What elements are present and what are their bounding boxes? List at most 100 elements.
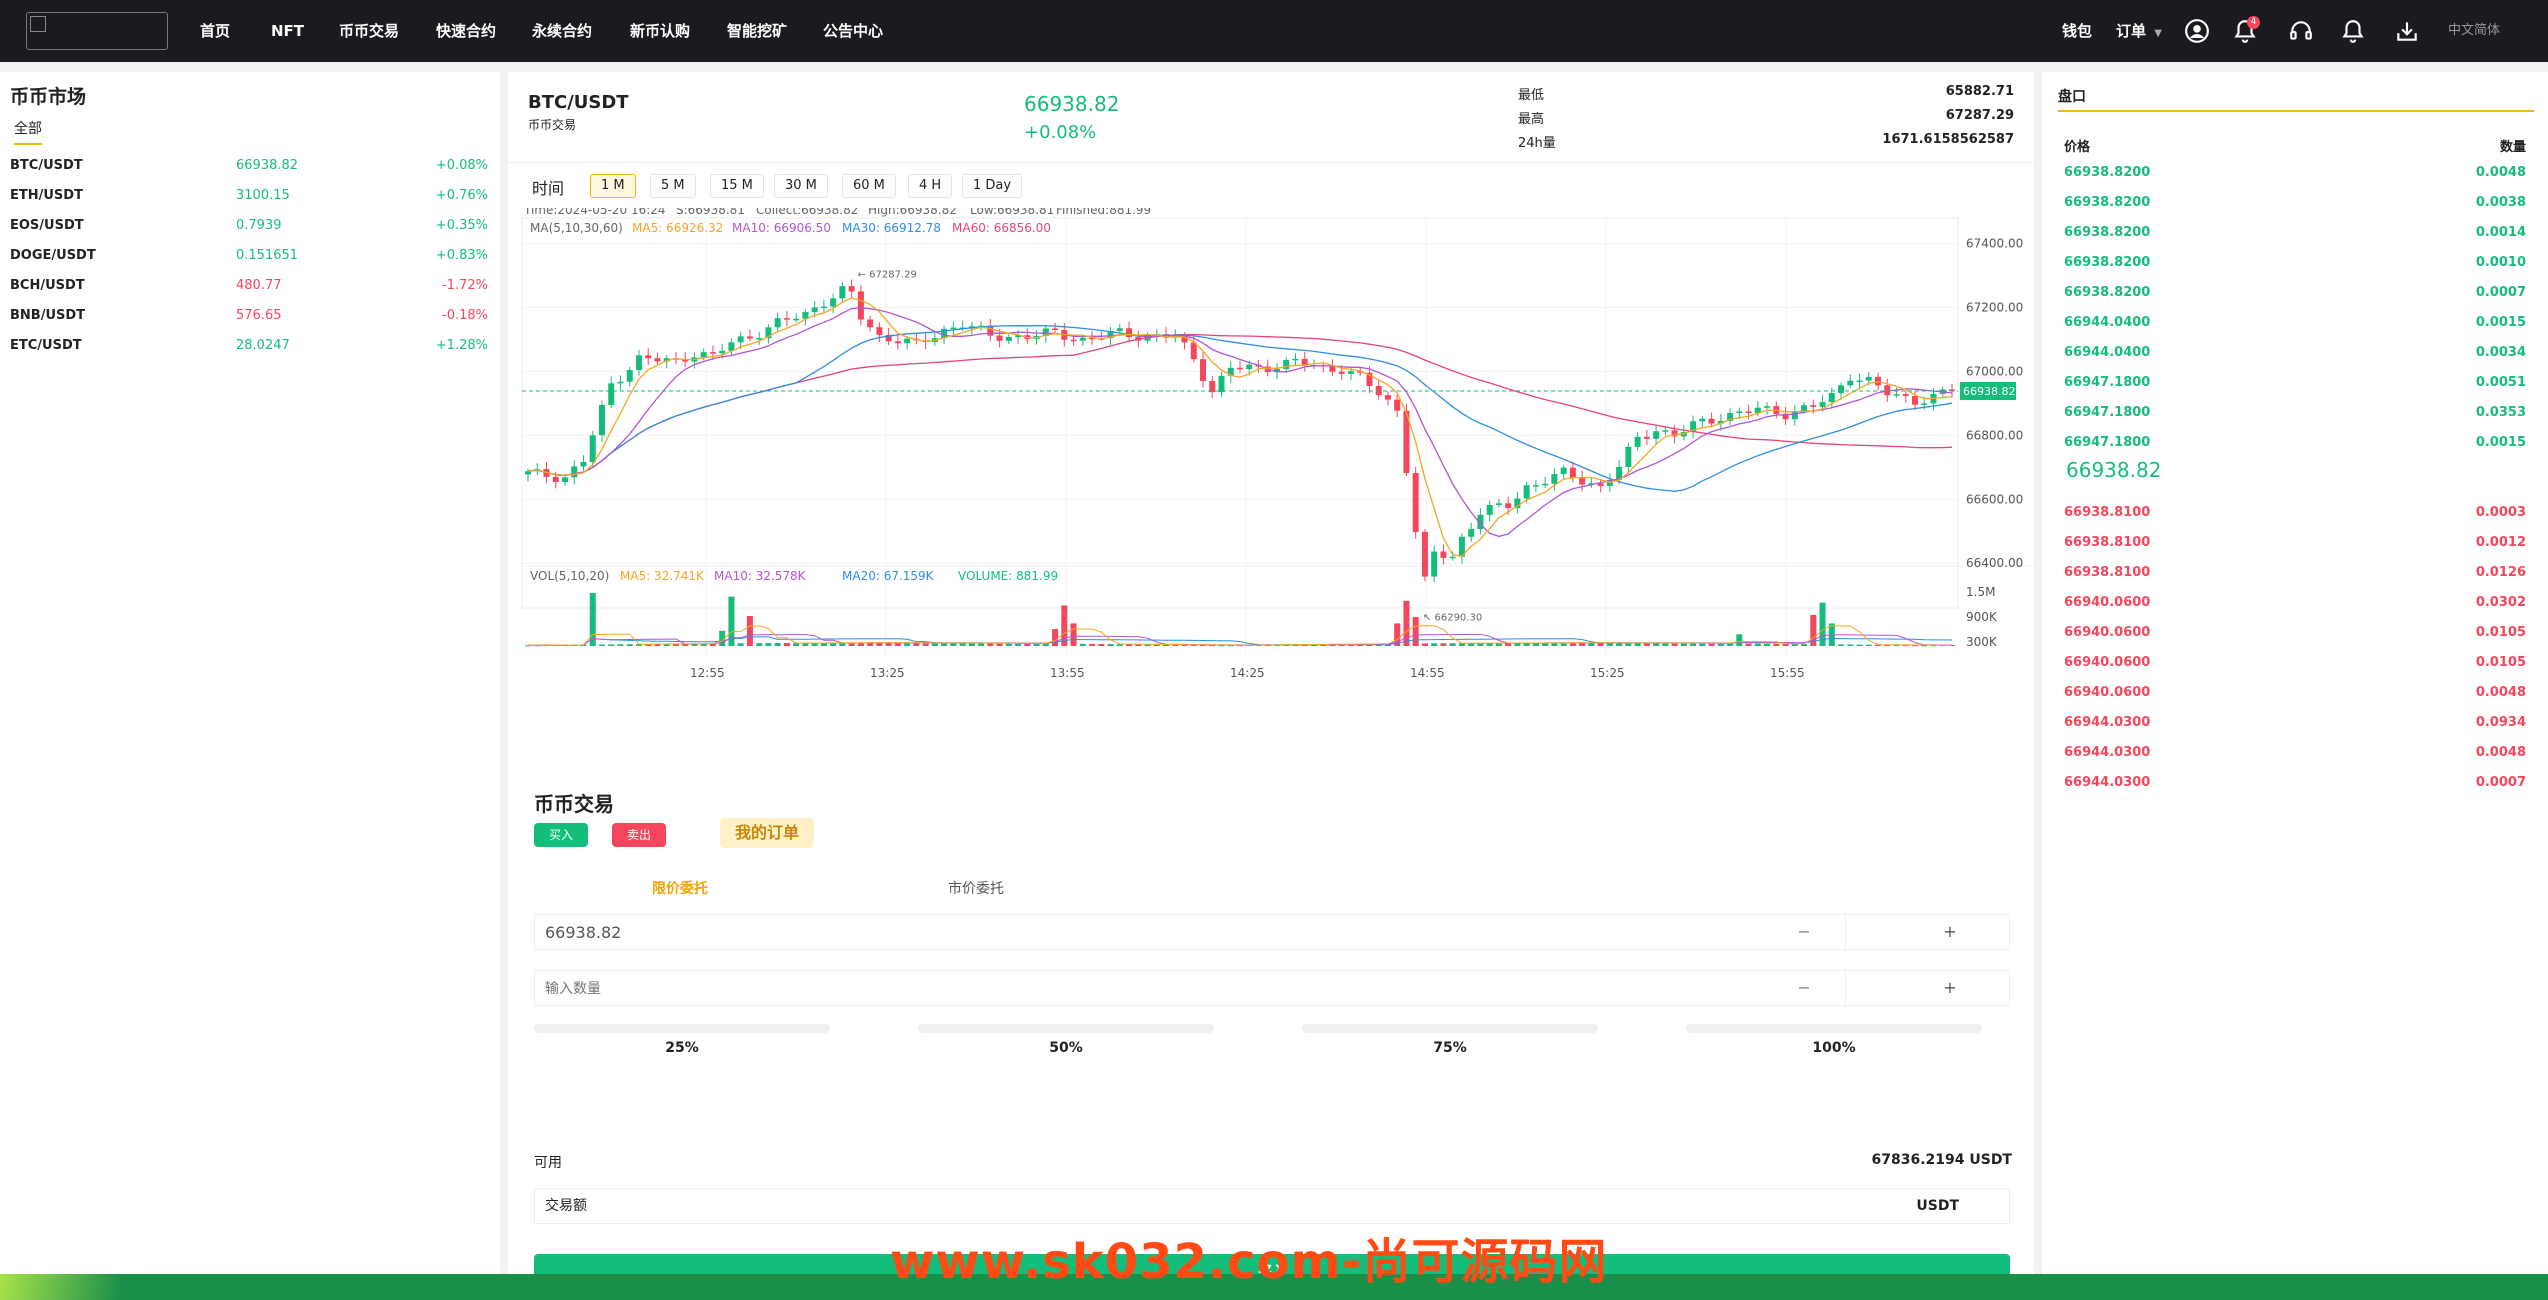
candle-body (857, 291, 864, 320)
ask-qty: 0.0048 (2475, 685, 2526, 700)
orderbook-bid-row[interactable]: 66947.1800 0.0353 (2042, 398, 2548, 428)
ohlc-info: High:66938.82 (868, 208, 957, 217)
orderbook-bid-row[interactable]: 66944.0400 0.0015 (2042, 308, 2548, 338)
tab-market-order[interactable]: 市价委托 (948, 878, 1004, 898)
candle-body (1662, 430, 1669, 432)
candle-body (1653, 431, 1660, 439)
interval-button[interactable]: 60 M (842, 174, 896, 198)
language-switch[interactable]: 中文简体 (2448, 0, 2500, 62)
volume-bar (1838, 644, 1845, 646)
volume-bar (1449, 643, 1456, 646)
market-row[interactable]: EOS/USDT 0.7939 +0.35% (0, 211, 500, 241)
orderbook-bid-row[interactable]: 66947.1800 0.0051 (2042, 368, 2548, 398)
market-row[interactable]: ETC/USDT 28.0247 +1.28% (0, 331, 500, 361)
tab-limit-order[interactable]: 限价委托 (652, 878, 708, 898)
market-row[interactable]: BTC/USDT 66938.82 +0.08% (0, 151, 500, 181)
orderbook-ask-row[interactable]: 66944.0300 0.0934 (2042, 708, 2548, 738)
download-icon[interactable] (2394, 18, 2420, 44)
nav-quick-contract[interactable]: 快速合约 (436, 0, 496, 62)
ask-price: 66944.0300 (2064, 715, 2151, 730)
x-tick-label: 13:25 (870, 666, 905, 680)
ma60-line (527, 333, 1953, 476)
market-row[interactable]: ETH/USDT 3100.15 +0.76% (0, 181, 500, 211)
orderbook-ask-row[interactable]: 66940.0600 0.0105 (2042, 648, 2548, 678)
bell-icon[interactable] (2340, 18, 2366, 44)
orderbook-ask-row[interactable]: 66938.8100 0.0003 (2042, 498, 2548, 528)
market-row[interactable]: BNB/USDT 576.65 -0.18% (0, 301, 500, 331)
percent-75-bar[interactable] (1302, 1024, 1598, 1033)
price-decrease-button[interactable]: − (1789, 915, 1819, 949)
bid-qty: 0.0048 (2475, 165, 2526, 180)
market-symbol: ETC/USDT (10, 338, 82, 353)
orderbook-ask-row[interactable]: 66938.8100 0.0012 (2042, 528, 2548, 558)
interval-button[interactable]: 1 M (590, 174, 636, 198)
orderbook-bid-row[interactable]: 66938.8200 0.0014 (2042, 218, 2548, 248)
orderbook-bid-row[interactable]: 66938.8200 0.0038 (2042, 188, 2548, 218)
nav-wallet[interactable]: 钱包 (2062, 0, 2092, 62)
volume-bar (987, 643, 994, 646)
price-input[interactable] (545, 915, 1545, 951)
orderbook-bid-row[interactable]: 66947.1800 0.0015 (2042, 428, 2548, 458)
interval-button[interactable]: 1 Day (962, 174, 1023, 198)
price-area-frame (521, 217, 1959, 609)
nav-spot[interactable]: 币币交易 (339, 0, 399, 62)
orderbook-ask-row[interactable]: 66938.8100 0.0126 (2042, 558, 2548, 588)
orderbook-ask-row[interactable]: 66940.0600 0.0048 (2042, 678, 2548, 708)
candle-body (904, 338, 911, 344)
bid-price: 66944.0400 (2064, 315, 2151, 330)
nav-perpetual[interactable]: 永续合约 (532, 0, 592, 62)
price-increase-button[interactable]: + (1935, 915, 1965, 949)
max-price-label: ← 67287.29 (858, 270, 917, 281)
candle-body (552, 476, 559, 482)
ask-qty: 0.0003 (2475, 505, 2526, 520)
orderbook-ask-row[interactable]: 66940.0600 0.0105 (2042, 618, 2548, 648)
quantity-increase-button[interactable]: + (1935, 971, 1965, 1005)
orderbook-bid-row[interactable]: 66938.8200 0.0007 (2042, 278, 2548, 308)
market-change: +0.83% (435, 248, 488, 263)
nav-orders[interactable]: 订单 ▼ (2116, 0, 2162, 62)
my-orders-button[interactable]: 我的订单 (720, 818, 814, 848)
orderbook-bid-row[interactable]: 66944.0400 0.0034 (2042, 338, 2548, 368)
sell-tab-button[interactable]: 卖出 (612, 823, 666, 847)
interval-button[interactable]: 5 M (650, 174, 696, 198)
interval-button[interactable]: 30 M (774, 174, 828, 198)
nav-ieo[interactable]: 新币认购 (630, 0, 690, 62)
nav-mining[interactable]: 智能挖矿 (727, 0, 787, 62)
quantity-input[interactable] (545, 971, 1545, 1007)
percent-25-bar[interactable] (534, 1024, 830, 1033)
user-icon[interactable] (2184, 18, 2210, 44)
candle-body (876, 327, 883, 335)
market-row[interactable]: BCH/USDT 480.77 -1.72% (0, 271, 500, 301)
ask-price: 66940.0600 (2064, 655, 2151, 670)
trade-amount-field[interactable]: 交易额 USDT (534, 1188, 2010, 1224)
headset-icon[interactable] (2288, 18, 2314, 44)
nav-nft[interactable]: NFT (271, 0, 304, 62)
nav-announcements[interactable]: 公告中心 (823, 0, 883, 62)
orderbook-ask-row[interactable]: 66940.0600 0.0302 (2042, 588, 2548, 618)
high-label: 最高 (1518, 112, 1545, 127)
nav-home[interactable]: 首页 (200, 0, 230, 62)
orderbook-ask-row[interactable]: 66944.0300 0.0048 (2042, 738, 2548, 768)
percent-50-bar[interactable] (918, 1024, 1214, 1033)
market-row[interactable]: DOGE/USDT 0.151651 +0.83% (0, 241, 500, 271)
orderbook-ask-row[interactable]: 66944.0300 0.0007 (2042, 768, 2548, 798)
ask-qty: 0.0105 (2475, 625, 2526, 640)
quantity-decrease-button[interactable]: − (1789, 971, 1819, 1005)
interval-button[interactable]: 4 H (908, 174, 953, 198)
trading-main: BTC/USDT 币币交易 66938.82 +0.08% 最低 65882.7… (508, 72, 2034, 1300)
interval-button[interactable]: 15 M (710, 174, 764, 198)
kline-chart[interactable]: 67400.00 67200.00 67000.00 66800.00 66600.00… (508, 208, 2034, 768)
market-tab-all[interactable]: 全部 (14, 118, 42, 145)
volume-bar (1717, 643, 1724, 646)
candle-body (1856, 380, 1863, 383)
ask-qty: 0.0048 (2475, 745, 2526, 760)
percent-100-bar[interactable] (1686, 1024, 1982, 1033)
orderbook-bid-row[interactable]: 66938.8200 0.0048 (2042, 158, 2548, 188)
percent-75-label: 75% (1433, 1040, 1467, 1056)
candle-body (1209, 380, 1216, 393)
site-logo[interactable] (26, 12, 168, 50)
candle-body (1412, 473, 1419, 532)
orderbook-bid-row[interactable]: 66938.8200 0.0010 (2042, 248, 2548, 278)
candle-body (830, 298, 837, 307)
buy-tab-button[interactable]: 买入 (534, 823, 588, 847)
